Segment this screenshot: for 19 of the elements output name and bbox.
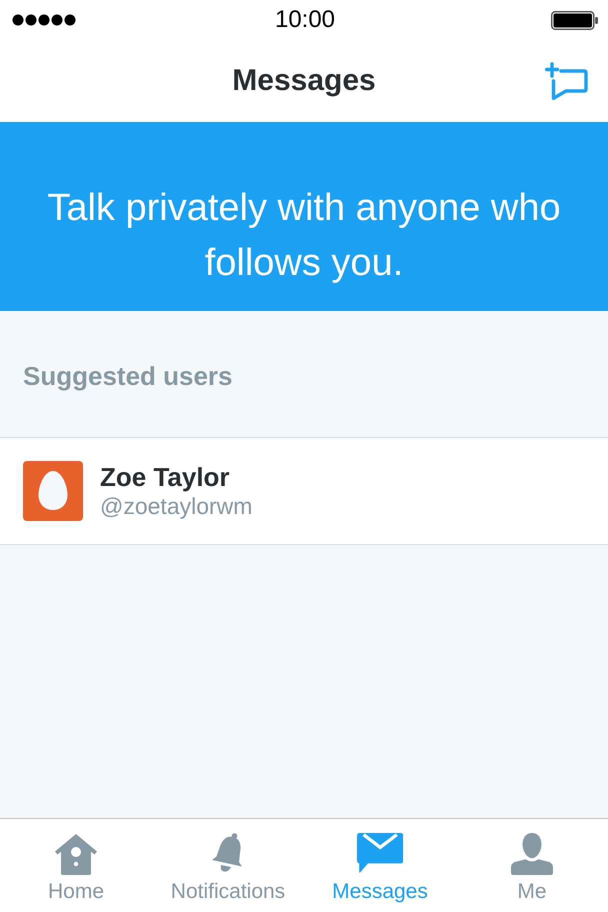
- notifications-tab[interactable]: Notifications: [152, 819, 304, 912]
- battery-icon: [551, 10, 598, 30]
- messages-tab[interactable]: Messages: [304, 819, 456, 912]
- status-time: 10:00: [274, 6, 336, 34]
- person-icon: [511, 833, 553, 875]
- new-message-button[interactable]: [545, 62, 588, 100]
- me-tab[interactable]: Me: [456, 819, 608, 912]
- home-tab[interactable]: Home: [0, 819, 152, 912]
- banner-text: Talk privately with anyone who follows you.: [46, 186, 562, 286]
- section-heading: Suggested users: [23, 362, 233, 390]
- user-handle: @zoetaylorwm: [100, 492, 252, 520]
- user-name: Zoe Taylor: [100, 462, 230, 492]
- birdhouse-icon: [54, 833, 98, 875]
- compose-message-icon: [545, 62, 588, 100]
- egg-avatar-icon: [23, 461, 83, 521]
- signal-strength-icon: [12, 14, 76, 26]
- envelope-chat-icon: [356, 833, 404, 875]
- screen-title: Messages: [232, 63, 376, 99]
- user-row[interactable]: Zoe Taylor @zoetaylorwm: [0, 437, 608, 545]
